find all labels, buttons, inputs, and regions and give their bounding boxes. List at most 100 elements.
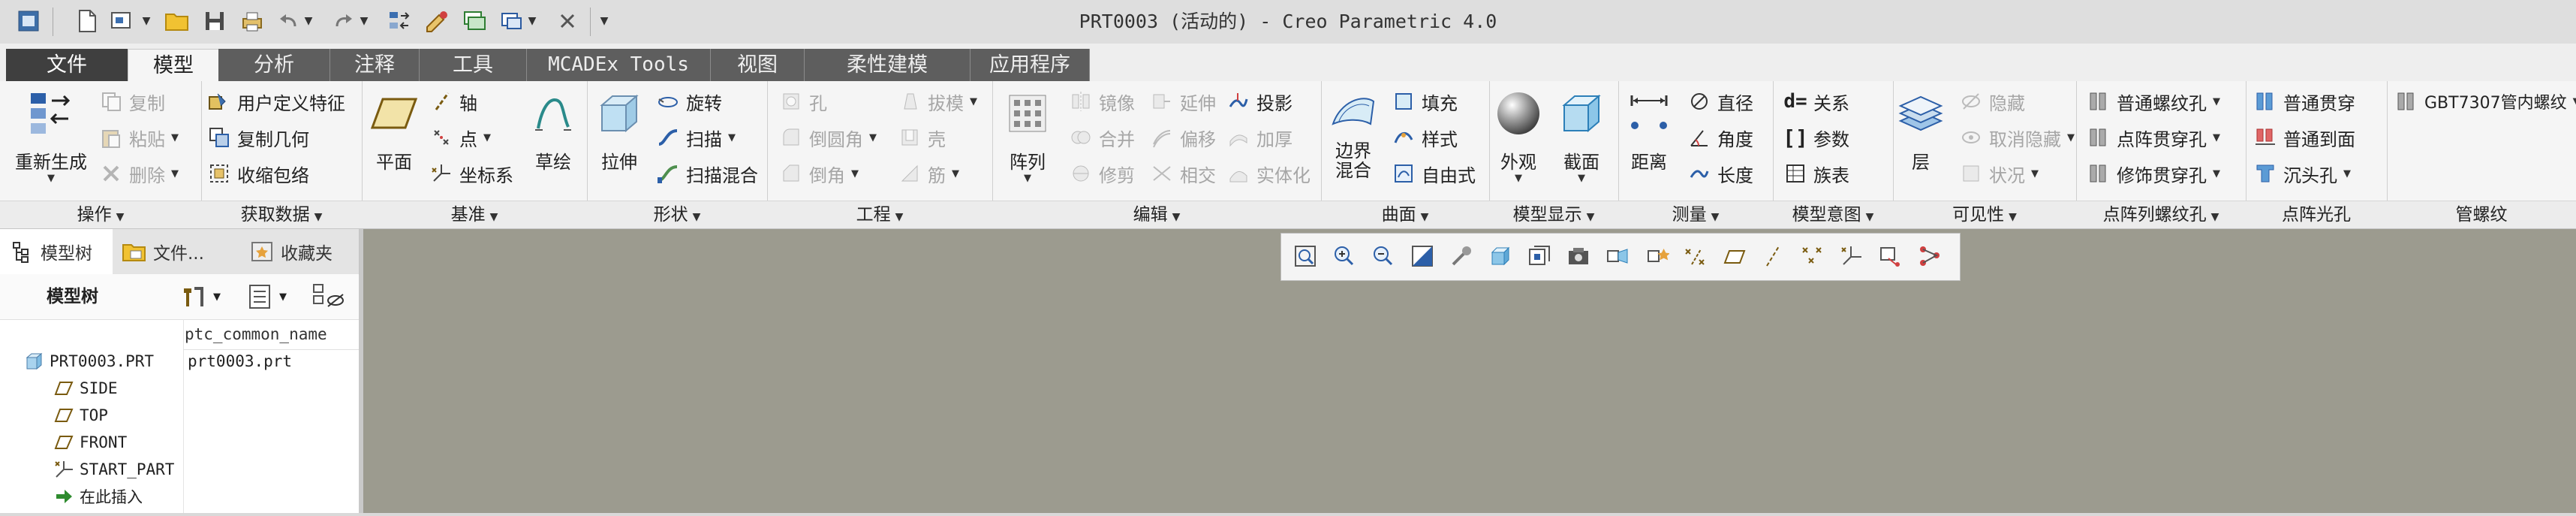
decorative-through-hole-button[interactable]: 修饰贯穿孔 ▼ — [2085, 158, 2220, 189]
unhide-button[interactable]: 取消隐藏 ▼ — [1958, 122, 2075, 153]
round-button[interactable]: 倒圆角 ▼ — [778, 122, 877, 153]
repaint-icon[interactable] — [1406, 240, 1439, 273]
axis-button[interactable]: 轴 — [428, 86, 477, 117]
open-folder-icon[interactable] — [162, 6, 192, 36]
group-label-operations[interactable]: 操作 ▼ — [0, 201, 201, 228]
zoom-in-icon[interactable] — [1328, 240, 1361, 273]
chevron-down-icon[interactable]: ▼ — [171, 132, 179, 143]
gbt7307-button[interactable]: GBT7307管内螺纹 ▼ — [2393, 86, 2576, 117]
layers-button[interactable]: 层 — [1894, 87, 1947, 174]
tab-file[interactable]: 文件 — [6, 49, 128, 81]
chevron-down-icon[interactable]: ▼ — [1024, 174, 1031, 184]
sketch-button[interactable]: 草绘 — [527, 87, 579, 174]
array-through-hole-button[interactable]: 点阵贯穿孔 ▼ — [2085, 122, 2220, 153]
tab-annotate[interactable]: 注释 — [330, 49, 420, 81]
paste-button[interactable]: 粘贴 ▼ — [98, 122, 179, 153]
group-label-model-intent[interactable]: 模型意图 ▼ — [1773, 201, 1893, 228]
tab-tools[interactable]: 工具 — [420, 49, 527, 81]
tree-item-top[interactable]: TOP — [53, 402, 108, 429]
chevron-down-icon[interactable]: ▼ — [483, 132, 491, 143]
group-label-engineering[interactable]: 工程 ▼ — [767, 201, 992, 228]
chevron-down-icon[interactable]: ▼ — [525, 6, 539, 36]
open-dropdown-icon[interactable] — [107, 6, 137, 36]
chevron-down-icon[interactable]: ▼ — [302, 6, 315, 36]
chamfer-button[interactable]: 倒角 ▼ — [778, 158, 859, 189]
udf-button[interactable]: 用户定义特征 — [206, 86, 345, 117]
angle-button[interactable]: 角度 — [1686, 122, 1753, 153]
regenerate-edit-icon[interactable] — [422, 6, 452, 36]
chevron-down-icon[interactable]: ▼ — [952, 168, 959, 180]
new-icon[interactable] — [72, 6, 102, 36]
relations-button[interactable]: d= 关系 — [1782, 86, 1849, 117]
tree-column-header[interactable]: ptc_common_name — [185, 319, 327, 349]
pattern-button[interactable]: 阵列 ▼ — [1001, 87, 1054, 184]
perspective-icon[interactable] — [1601, 240, 1634, 273]
chevron-down-icon[interactable]: ▼ — [2343, 168, 2351, 180]
tab-flexible-modeling[interactable]: 柔性建模 — [805, 49, 971, 81]
tab-model[interactable]: 模型 — [128, 49, 219, 82]
chevron-down-icon[interactable]: ▼ — [728, 132, 736, 143]
tab-applications[interactable]: 应用程序 — [971, 49, 1090, 81]
tree-item-start-part[interactable]: START_PART — [53, 456, 174, 483]
spin-center-icon[interactable] — [1445, 240, 1478, 273]
chevron-down-icon[interactable]: ▼ — [2213, 132, 2220, 143]
draft-button[interactable]: 拔模 ▼ — [896, 86, 977, 117]
chevron-down-icon[interactable]: ▼ — [2031, 168, 2039, 180]
tree-item-side[interactable]: SIDE — [53, 375, 118, 402]
family-table-button[interactable]: 族表 — [1782, 158, 1849, 189]
style-button[interactable]: 样式 — [1390, 122, 1458, 153]
chevron-down-icon[interactable]: ▼ — [47, 174, 55, 184]
plane-display-icon[interactable] — [1679, 240, 1712, 273]
rib-button[interactable]: 筋 ▼ — [896, 158, 959, 189]
tree-item-insert-here[interactable]: 在此插入 — [53, 483, 143, 510]
zoom-out-icon[interactable] — [1367, 240, 1400, 273]
freestyle-button[interactable]: 自由式 — [1390, 158, 1476, 189]
redo-icon[interactable] — [329, 6, 359, 36]
trim-button[interactable]: 修剪 — [1067, 158, 1135, 189]
appearance-button[interactable]: 外观 ▼ — [1492, 87, 1545, 184]
hole-button[interactable]: 孔 — [778, 86, 827, 117]
revolve-button[interactable]: 旋转 — [655, 86, 722, 117]
distance-button[interactable]: 距离 — [1623, 87, 1675, 174]
chevron-down-icon[interactable]: ▼ — [2067, 132, 2075, 143]
chevron-down-icon[interactable]: ▼ — [970, 96, 977, 107]
solidify-button[interactable]: 实体化 — [1225, 158, 1311, 189]
group-label-editing[interactable]: 编辑 ▼ — [992, 201, 1321, 228]
group-label-shapes[interactable]: 形状 ▼ — [587, 201, 767, 228]
display-style-icon[interactable] — [1484, 240, 1517, 273]
extrude-button[interactable]: 拉伸 — [593, 87, 646, 174]
spin-display-icon[interactable] — [1835, 240, 1868, 273]
customize-icon[interactable]: ▼ — [597, 6, 611, 36]
annotation-display-icon[interactable] — [1640, 240, 1673, 273]
chevron-down-icon[interactable]: ▼ — [279, 282, 294, 312]
status-button[interactable]: 状况 ▼ — [1958, 158, 2039, 189]
chevron-down-icon[interactable]: ▼ — [851, 168, 859, 180]
show-filter-icon[interactable] — [309, 282, 347, 312]
point-button[interactable]: 点 ▼ — [428, 122, 491, 153]
tree-settings-icon[interactable] — [177, 282, 210, 312]
intersect-button[interactable]: 相交 — [1148, 158, 1216, 189]
mirror-button[interactable]: 镜像 — [1067, 86, 1135, 117]
fill-button[interactable]: 填充 — [1390, 86, 1458, 117]
regenerate-button[interactable]: 重新生成 ▼ — [15, 87, 87, 184]
normal-tapped-hole-button[interactable]: 普通螺纹孔 ▼ — [2085, 86, 2220, 117]
tab-model-tree[interactable]: 模型树 — [0, 229, 113, 274]
shell-button[interactable]: 壳 — [896, 122, 946, 153]
chevron-down-icon[interactable]: ▼ — [213, 282, 228, 312]
print-icon[interactable] — [237, 6, 267, 36]
parameters-button[interactable]: [] 参数 — [1782, 122, 1849, 153]
chevron-down-icon[interactable]: ▼ — [2213, 96, 2220, 107]
section-button[interactable]: 截面 ▼ — [1555, 87, 1608, 184]
boundary-blend-button[interactable]: 边界 混合 — [1327, 87, 1380, 180]
thicken-button[interactable]: 加厚 — [1225, 122, 1293, 153]
save-icon[interactable] — [200, 6, 230, 36]
group-label-measure[interactable]: 测量 ▼ — [1618, 201, 1773, 228]
diameter-button[interactable]: 直径 — [1686, 86, 1753, 117]
offset-button[interactable]: 偏移 — [1148, 122, 1216, 153]
point-display-icon[interactable] — [1757, 240, 1790, 273]
group-label-get-data[interactable]: 获取数据 ▼ — [201, 201, 362, 228]
switch-window-icon[interactable] — [497, 6, 527, 36]
project-button[interactable]: 投影 — [1225, 86, 1293, 117]
sweep-button[interactable]: 扫描 ▼ — [655, 122, 736, 153]
hide-button[interactable]: 隐藏 — [1958, 86, 2025, 117]
